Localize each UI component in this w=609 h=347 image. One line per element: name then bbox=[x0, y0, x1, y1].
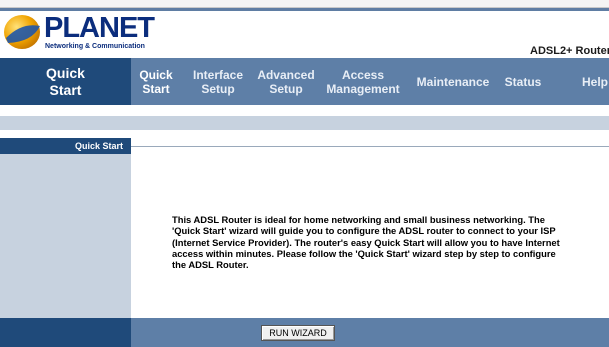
top-navigation: Quick Start Quick Start Interface Setup … bbox=[0, 58, 609, 105]
top-accent-bar bbox=[0, 8, 609, 11]
sidebar bbox=[0, 154, 131, 318]
tab-access-management[interactable]: Access Management bbox=[321, 58, 405, 105]
logo-tagline: Networking & Communication bbox=[45, 43, 145, 50]
product-name: ADSL2+ Router bbox=[530, 45, 609, 57]
tab-interface-setup[interactable]: Interface Setup bbox=[185, 58, 251, 105]
tab-advanced-setup[interactable]: Advanced Setup bbox=[253, 58, 319, 105]
tab-quick-start[interactable]: Quick Start bbox=[131, 58, 181, 105]
tab-help[interactable]: Help bbox=[575, 58, 609, 105]
nav-section-title: Quick Start bbox=[0, 58, 131, 105]
footer-left-block bbox=[0, 318, 131, 347]
planet-globe-icon bbox=[4, 15, 40, 49]
sidebar-heading: Quick Start bbox=[0, 138, 131, 154]
spacer-band bbox=[0, 130, 609, 138]
logo-wordmark: PLANET bbox=[44, 12, 155, 44]
top-border bbox=[0, 0, 609, 8]
subnav-band bbox=[0, 116, 609, 130]
quick-start-description: This ADSL Router is ideal for home netwo… bbox=[172, 214, 560, 271]
spacer-band bbox=[0, 105, 609, 116]
section-divider bbox=[131, 146, 609, 147]
planet-logo: PLANET Networking & Communication bbox=[2, 12, 155, 54]
tab-status[interactable]: Status bbox=[497, 58, 549, 105]
run-wizard-button[interactable]: RUN WIZARD bbox=[261, 325, 335, 341]
tab-maintenance[interactable]: Maintenance bbox=[413, 58, 493, 105]
